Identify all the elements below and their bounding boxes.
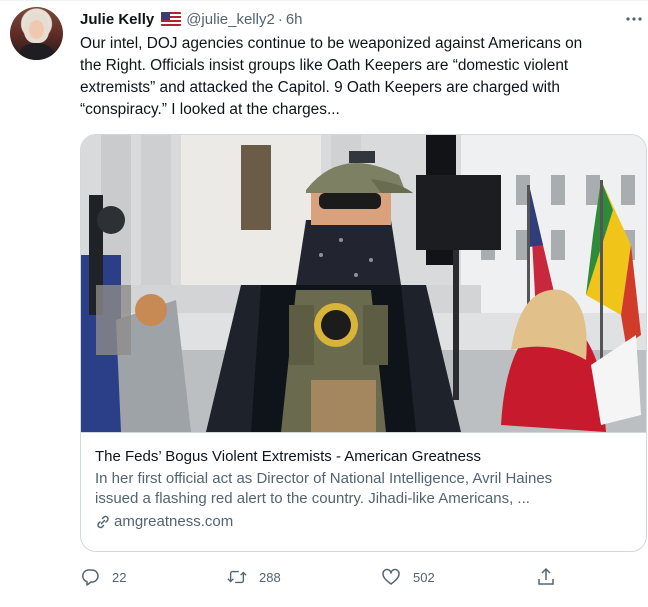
separator: · bbox=[277, 10, 283, 28]
tweet-text-line: “conspiracy.” I looked at the charges... bbox=[80, 101, 340, 118]
card-meta[interactable]: The Feds’ Bogus Violent Extremists - Ame… bbox=[81, 432, 646, 551]
card-description-line: issued a flashing red alert to the count… bbox=[95, 490, 530, 507]
author-handle[interactable]: @julie_kelly2 bbox=[186, 11, 275, 28]
more-options-button[interactable] bbox=[624, 7, 644, 27]
card-image[interactable] bbox=[81, 135, 646, 432]
retweet-icon bbox=[227, 567, 247, 587]
heart-icon bbox=[381, 567, 401, 587]
share-icon bbox=[536, 567, 556, 587]
link-icon bbox=[95, 514, 111, 530]
tweet-header: Julie Kelly @julie_kelly2 · 6h bbox=[80, 9, 303, 29]
retweet-count: 288 bbox=[259, 569, 281, 585]
author-name[interactable]: Julie Kelly bbox=[80, 11, 154, 28]
avatar[interactable] bbox=[10, 7, 63, 60]
retweet-button[interactable]: 288 bbox=[227, 565, 281, 589]
tweet-text-line: extremists” and attacked the Capitol. 9 … bbox=[80, 79, 560, 96]
link-card[interactable]: The Feds’ Bogus Violent Extremists - Ame… bbox=[80, 134, 647, 552]
card-description: In her first official act as Director of… bbox=[95, 469, 632, 509]
card-photo bbox=[81, 135, 646, 432]
tweet-text: Our intel, DOJ agencies continue to be w… bbox=[80, 33, 640, 121]
like-count: 502 bbox=[413, 569, 435, 585]
more-horizontal-icon bbox=[626, 8, 642, 26]
card-domain-text[interactable]: amgreatness.com bbox=[114, 512, 233, 532]
tweet-text-line: the Right. Officials insist groups like … bbox=[80, 57, 569, 74]
tweet-text-line: Our intel, DOJ agencies continue to be w… bbox=[80, 35, 583, 52]
avatar-shoulders bbox=[19, 43, 54, 60]
tweet[interactable]: Julie Kelly @julie_kelly2 · 6h Our intel… bbox=[0, 0, 648, 607]
like-button[interactable]: 502 bbox=[381, 565, 435, 589]
tweet-actions: 22 288 502 bbox=[80, 565, 640, 589]
card-domain[interactable]: amgreatness.com bbox=[95, 512, 632, 532]
card-title[interactable]: The Feds’ Bogus Violent Extremists - Ame… bbox=[95, 447, 632, 467]
reply-button[interactable]: 22 bbox=[80, 565, 126, 589]
share-button[interactable] bbox=[536, 565, 556, 589]
tweet-timestamp[interactable]: 6h bbox=[286, 11, 303, 28]
reply-icon bbox=[80, 567, 100, 587]
us-flag-icon bbox=[161, 12, 182, 26]
card-description-line: In her first official act as Director of… bbox=[95, 470, 553, 487]
avatar-face bbox=[29, 20, 44, 39]
reply-count: 22 bbox=[112, 569, 127, 585]
